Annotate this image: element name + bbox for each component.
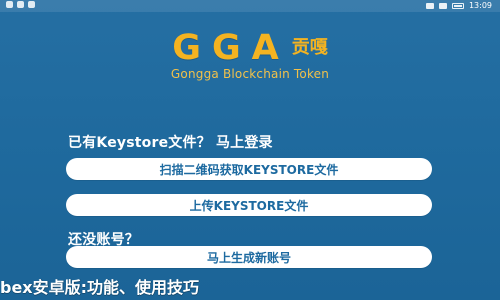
notification-icon — [28, 1, 35, 8]
battery-icon — [451, 2, 464, 9]
wifi-icon — [425, 2, 434, 9]
create-account-button[interactable]: 马上生成新账号 — [66, 246, 432, 268]
status-left-icons — [6, 1, 35, 8]
status-bar: 13:09 — [0, 0, 500, 12]
signal-icon — [438, 2, 447, 9]
status-right: 13:09 — [425, 1, 492, 10]
logo-cn-text: 贡嘎 — [291, 37, 328, 58]
scan-qr-keystore-button[interactable]: 扫描二维码获取KEYSTORE文件 — [66, 158, 432, 180]
status-time: 13:09 — [468, 1, 492, 10]
notification-icon — [6, 1, 13, 8]
logo-row: GGA 贡嘎 — [0, 28, 500, 68]
keystore-login-title: 已有Keystore文件？ 马上登录 — [68, 135, 273, 151]
app-logo: GGA 贡嘎 Gongga Blockchain Token — [0, 28, 500, 81]
overlay-caption: bex安卓版:功能、使用技巧 — [0, 278, 200, 297]
logo-subtitle: Gongga Blockchain Token — [170, 67, 330, 81]
upload-keystore-button[interactable]: 上传KEYSTORE文件 — [66, 194, 432, 216]
notification-icon — [17, 1, 24, 8]
app-screen: 13:09 GGA 贡嘎 Gongga Blockchain Token 已有K… — [0, 0, 500, 300]
logo-text: GGA — [172, 28, 290, 68]
